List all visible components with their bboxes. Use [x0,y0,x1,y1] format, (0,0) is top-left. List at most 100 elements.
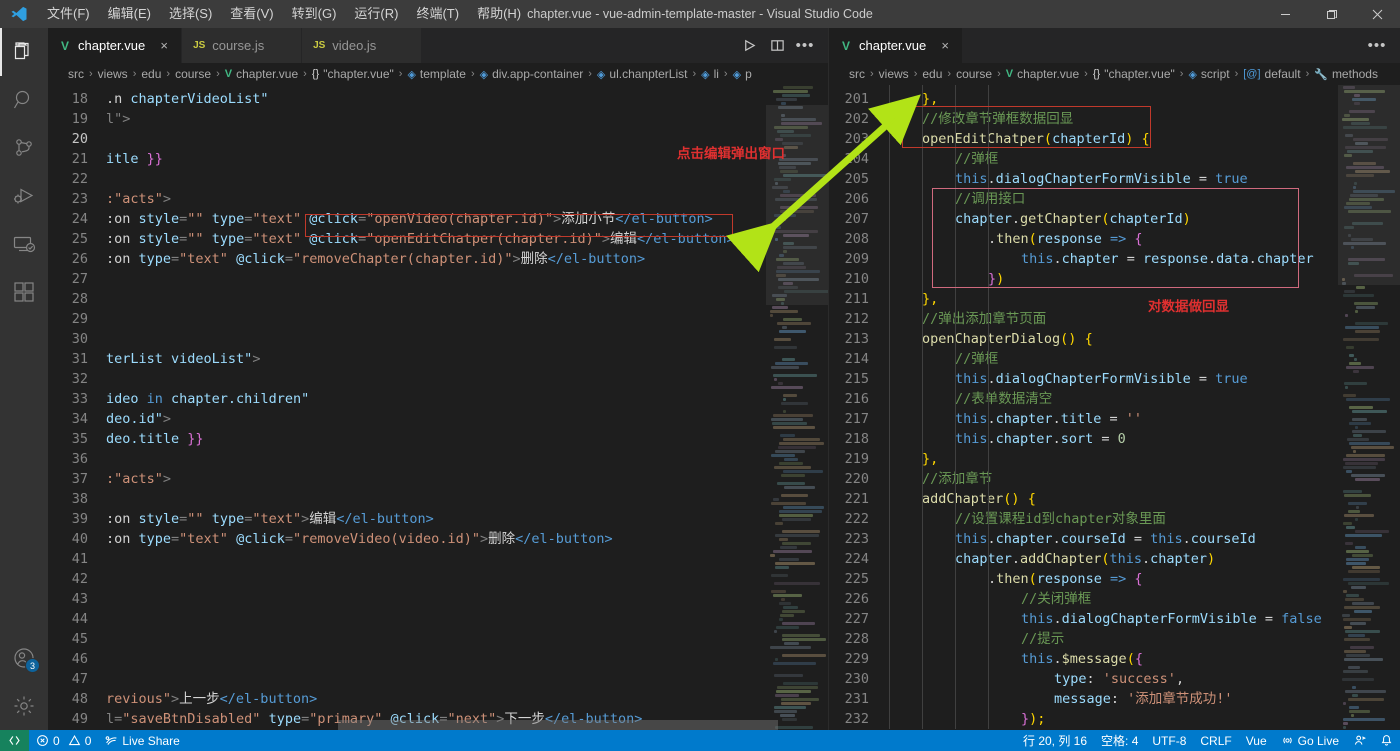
code-line[interactable] [104,629,828,649]
menu-help[interactable]: 帮助(H) [468,3,530,25]
code-line[interactable]: this.chapter.title = '' [885,409,1400,429]
code-line[interactable]: itle }} [104,149,828,169]
breadcrumb-item[interactable]: ◈p [733,67,752,81]
tab-bar-right[interactable]: V chapter.vue × ••• [829,28,1400,63]
tab-chapter-vue-right[interactable]: V chapter.vue × [829,28,963,63]
code-line[interactable] [104,309,828,329]
tab-close-icon[interactable]: × [938,38,952,53]
code-line[interactable] [104,129,828,149]
breadcrumb-item[interactable]: 🔧methods [1314,67,1378,81]
indentation[interactable]: 空格: 4 [1094,730,1145,751]
search-icon[interactable] [0,76,48,124]
code-line[interactable]: this.dialogChapterFormVisible = true [885,169,1400,189]
split-editor-button[interactable] [764,33,790,59]
code-line[interactable]: }, [885,89,1400,109]
code-line[interactable]: //添加章节 [885,469,1400,489]
tab-video-js[interactable]: JS video.js × [302,28,422,63]
code-line[interactable]: :on style="" type="text">编辑</el-button> [104,509,828,529]
menu-view[interactable]: 查看(V) [221,3,282,25]
code-line[interactable]: this.$message({ [885,649,1400,669]
code-line[interactable] [104,649,828,669]
breadcrumb-item[interactable]: ◈li [701,67,719,81]
code-line[interactable]: openEditChatper(chapterId) { [885,129,1400,149]
breadcrumb-item[interactable]: edu [922,67,942,81]
code-line[interactable]: //设置课程id到chapter对象里面 [885,509,1400,529]
code-line[interactable]: addChapter() { [885,489,1400,509]
code-line[interactable] [104,289,828,309]
code-line[interactable]: deo.id"> [104,409,828,429]
code-line[interactable] [104,549,828,569]
more-actions-button[interactable]: ••• [1364,33,1390,59]
code-line[interactable] [104,569,828,589]
code-line[interactable]: :on type="text" @click="removeVideo(vide… [104,529,828,549]
code-line[interactable] [104,269,828,289]
notifications-bell-icon[interactable] [1373,730,1400,751]
code-line[interactable]: chapter.addChapter(this.chapter) [885,549,1400,569]
breadcrumb-item[interactable]: [@]default [1243,67,1300,81]
code-line[interactable]: chapter.getChapter(chapterId) [885,209,1400,229]
code-line[interactable]: //修改章节弹框数据回显 [885,109,1400,129]
menu-edit[interactable]: 编辑(E) [99,3,160,25]
menu-go[interactable]: 转到(G) [283,3,346,25]
code-line[interactable]: //弹出添加章节页面 [885,309,1400,329]
code-line[interactable] [104,489,828,509]
code-line[interactable]: this.chapter.courseId = this.courseId [885,529,1400,549]
horizontal-scrollbar-left[interactable] [48,720,766,730]
eol[interactable]: CRLF [1193,730,1238,751]
code-line[interactable]: type: 'success', [885,669,1400,689]
minimap-slider[interactable] [766,105,828,305]
breadcrumb-item[interactable]: Vchapter.vue [1006,67,1079,81]
breadcrumb-item[interactable]: ◈ul.chanpterList [597,67,688,81]
breadcrumb-item[interactable]: {}"chapter.vue" [312,67,394,81]
code-line[interactable]: }) [885,269,1400,289]
breadcrumb-item[interactable]: ◈template [407,67,466,81]
cursor-position[interactable]: 行 20, 列 16 [1016,730,1094,751]
live-share-status[interactable]: Live Share [98,730,186,751]
breadcrumb-item[interactable]: edu [141,67,161,81]
minimize-icon[interactable] [1262,0,1308,28]
code-line[interactable]: //提示 [885,629,1400,649]
code-line[interactable]: this.dialogChapterFormVisible = true [885,369,1400,389]
code-line[interactable]: //关闭弹框 [885,589,1400,609]
code-line[interactable]: .then(response => { [885,569,1400,589]
breadcrumb-item[interactable]: course [956,67,992,81]
more-actions-button[interactable]: ••• [792,33,818,59]
maximize-icon[interactable] [1308,0,1354,28]
code-line[interactable] [104,609,828,629]
code-line[interactable]: .n chapterVideoList" [104,89,828,109]
code-line[interactable] [104,329,828,349]
breadcrumb-item[interactable]: views [98,67,128,81]
code-line[interactable]: message: '添加章节成功!' [885,689,1400,709]
breadcrumb-item[interactable]: Vchapter.vue [225,67,298,81]
code-line[interactable]: this.chapter = response.data.chapter [885,249,1400,269]
code-text-right[interactable]: },//修改章节弹框数据回显openEditChatper(chapterId)… [885,85,1400,730]
window-controls[interactable] [1262,0,1400,28]
code-line[interactable]: //调用接口 [885,189,1400,209]
code-line[interactable]: }, [885,289,1400,309]
accounts-icon[interactable]: 3 [0,634,48,682]
code-line[interactable]: :"acts"> [104,469,828,489]
code-line[interactable]: openChapterDialog() { [885,329,1400,349]
remote-window-icon[interactable] [0,730,29,751]
code-line[interactable]: //表单数据清空 [885,389,1400,409]
code-line[interactable]: this.dialogChapterFormVisible = false [885,609,1400,629]
feedback-icon[interactable] [1346,730,1373,751]
code-line[interactable] [104,449,828,469]
code-line[interactable] [104,589,828,609]
code-line[interactable]: revious">上一步</el-button> [104,689,828,709]
language-mode[interactable]: Vue [1239,730,1274,751]
breadcrumb-item[interactable]: course [175,67,211,81]
breadcrumb-right[interactable]: src › views › edu › course › Vchapter.vu… [829,63,1400,85]
code-line[interactable]: :on style="" type="text" @click="openEdi… [104,229,828,249]
remote-explorer-icon[interactable] [0,220,48,268]
code-line[interactable]: .then(response => { [885,229,1400,249]
status-bar[interactable]: 0 0 Live Share 行 20, 列 16 空格: 4 UTF-8 CR… [0,730,1400,751]
code-line[interactable] [104,369,828,389]
code-line[interactable]: this.chapter.sort = 0 [885,429,1400,449]
breadcrumb-item[interactable]: src [68,67,84,81]
code-editor-left[interactable]: 1819202122232425262728293031323334353637… [48,85,828,730]
breadcrumb-item[interactable]: src [849,67,865,81]
run-file-button[interactable] [736,33,762,59]
code-line[interactable] [104,669,828,689]
menu-run[interactable]: 运行(R) [345,3,407,25]
